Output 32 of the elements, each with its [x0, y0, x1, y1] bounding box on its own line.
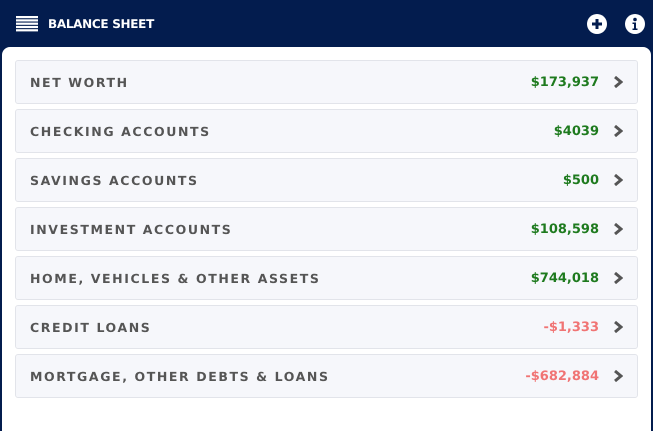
row-label: CHECKING ACCOUNTS [30, 124, 212, 138]
balance-row[interactable]: INVESTMENT ACCOUNTS $108,598 [15, 207, 638, 251]
chevron-icon [613, 76, 623, 88]
row-amount: $4039 [554, 124, 599, 138]
row-amount: $108,598 [530, 222, 599, 236]
row-amount: $744,018 [530, 270, 599, 286]
chevron-icon [613, 370, 623, 382]
chevron-icon [613, 272, 623, 284]
balance-row[interactable]: MORTGAGE, OTHER DEBTS & LOANS -$682,884 [15, 354, 638, 398]
info-icon[interactable] [625, 14, 645, 34]
balance-row[interactable]: CHECKING ACCOUNTS $4039 [15, 109, 638, 153]
balance-row[interactable]: NET WORTH $173,937 [15, 60, 638, 104]
menu-icon[interactable] [16, 16, 38, 32]
row-label: INVESTMENT ACCOUNTS [30, 222, 234, 236]
balance-row[interactable]: CREDIT LOANS -$1,333 [15, 305, 638, 349]
chevron-icon [613, 174, 623, 186]
chevron-icon [613, 321, 623, 333]
chevron-icon [613, 125, 623, 137]
row-amount: $173,937 [530, 74, 599, 90]
row-label: NET WORTH [30, 74, 130, 90]
add-icon[interactable] [587, 14, 607, 34]
row-amount: -$682,884 [525, 368, 599, 384]
page-title: BALANCE SHEET [48, 16, 156, 30]
row-label: MORTGAGE, OTHER DEBTS & LOANS [30, 368, 331, 384]
balance-row[interactable]: SAVINGS ACCOUNTS $500 [15, 158, 638, 202]
balance-row[interactable]: HOME, VEHICLES & OTHER ASSETS $744,018 [15, 256, 638, 300]
row-amount: -$1,333 [543, 320, 599, 334]
row-label: SAVINGS ACCOUNTS [30, 172, 200, 188]
row-amount: $500 [562, 172, 599, 188]
row-label: HOME, VEHICLES & OTHER ASSETS [30, 270, 322, 286]
row-label: CREDIT LOANS [30, 320, 152, 334]
chevron-icon [613, 223, 623, 235]
